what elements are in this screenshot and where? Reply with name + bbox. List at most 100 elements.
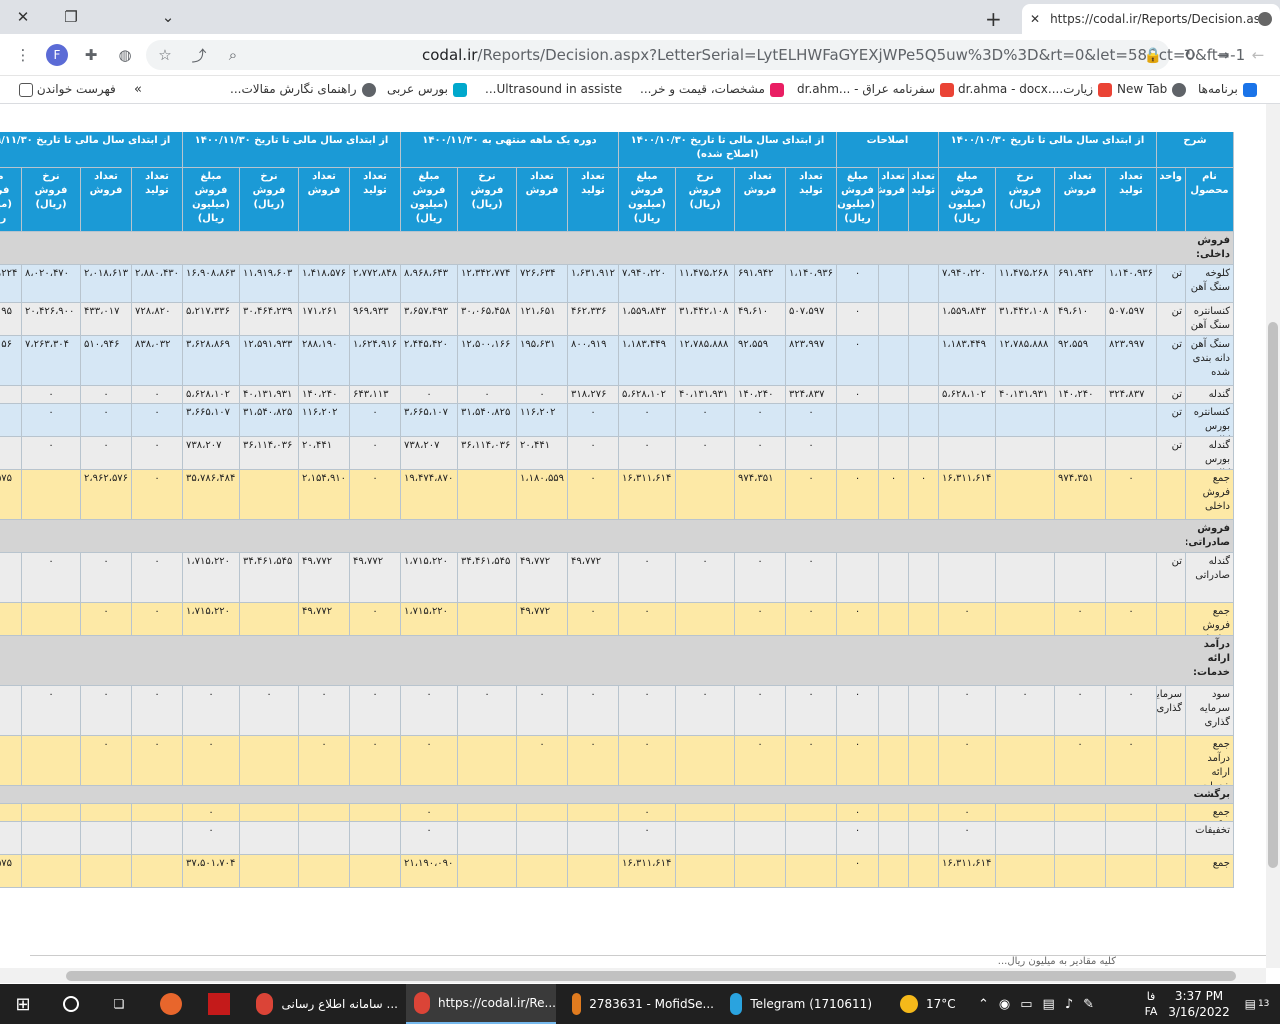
new-tab-button[interactable]: + [985, 7, 1002, 31]
reading-list[interactable]: فهرست خواندن [14, 82, 116, 97]
network-icon[interactable]: ◉ [999, 997, 1010, 1012]
table-cell: ۳۵،۷۸۶،۴۸۴ [183, 470, 240, 520]
table-cell: ۰ [132, 386, 183, 404]
table-cell: ۰ [909, 470, 939, 520]
notifications-button[interactable]: ▤ 13 [1234, 984, 1280, 1024]
table-cell: ۳۱،۴۴۲،۱۰۸ [676, 303, 735, 336]
windows-taskbar: ⊞ ❏ سامانه اطلاع رسانی ... https://codal… [0, 984, 1280, 1024]
table-column-header: تعداد تولید [350, 168, 401, 232]
table-cell [240, 855, 299, 888]
tab-codal[interactable]: ✕ https://codal.ir/Reports/Decision.aspx [1022, 4, 1280, 34]
table-column-header: تعداد فروش [879, 168, 909, 232]
forward-arrow-icon[interactable]: ← [1245, 42, 1271, 68]
table-cell [909, 855, 939, 888]
table-cell: ۰ [132, 470, 183, 520]
table-cell [879, 855, 909, 888]
taskbar-chrome-1[interactable]: سامانه اطلاع رسانی ... [248, 984, 398, 1024]
table-cell: ۷،۹۴۰،۲۲۰ [939, 265, 996, 303]
table-cell: ۱،۱۴۰،۹۳۶ [786, 265, 837, 303]
bookmark-3[interactable]: مشخصات، قیمت و خر... [640, 82, 784, 97]
table-cell: ۰ [619, 404, 676, 437]
language-indicator[interactable]: فا FA [1136, 984, 1166, 1024]
weather[interactable]: 17°C [900, 984, 970, 1024]
table-cell: ۱،۶۲۴،۹۱۶ [350, 336, 401, 386]
table-cell: ۰ [676, 404, 735, 437]
globe-icon [1172, 82, 1187, 97]
url-text[interactable]: codal.ir/Reports/Decision.aspx?LetterSer… [422, 46, 1245, 64]
clock[interactable]: 3:37 PM 3/16/2022 [1168, 984, 1230, 1024]
address-bar[interactable]: ☆ ⤴ ⌕ codal.ir/Reports/Decision.aspx?Let… [146, 40, 1245, 70]
globe-extension-icon[interactable]: ◍ [112, 42, 138, 68]
bookmark-star-icon[interactable]: ☆ [152, 42, 178, 68]
chevron-up-icon[interactable]: ⌃ [978, 997, 989, 1012]
table-cell [996, 822, 1055, 855]
table-cell: ۵،۲۱۷،۳۳۶ [183, 303, 240, 336]
table-cell: ۱۶،۳۱۱،۶۱۴ [619, 855, 676, 888]
table-cell [22, 804, 81, 822]
bookmark-6[interactable]: New Tab [1117, 82, 1187, 97]
pen-icon[interactable]: ✎ [1083, 997, 1094, 1012]
table-column-header: نرخ فروش (ریال) [22, 168, 81, 232]
table-cell: ۱۲،۵۹۱،۹۳۳ [240, 336, 299, 386]
table-cell: ۰ [401, 686, 458, 736]
tab-search-chevron-icon[interactable]: ⌄ [145, 0, 191, 34]
table-group-header: از ابتدای سال مالی تا تاریخ ۱۳۹۹/۱۱/۳۰ [0, 132, 183, 168]
taskbar-code[interactable]: 2783631 - MofidSe... [564, 984, 714, 1024]
device-icon[interactable]: ▭ [1020, 997, 1032, 1012]
table-cell: ۰ [568, 470, 619, 520]
extensions-icon[interactable]: ✚ [78, 42, 104, 68]
restore-window-icon[interactable]: ❐ [48, 0, 94, 34]
search-button[interactable] [48, 984, 94, 1024]
bookmark-apps[interactable]: برنامه‌ها [1198, 82, 1257, 97]
taskbar-app[interactable] [196, 984, 242, 1024]
taskbar-telegram[interactable]: Telegram (1710611) [722, 984, 872, 1024]
bookmarks-more[interactable]: » [134, 82, 142, 97]
table-cell [909, 736, 939, 786]
table-cell: ۷،۹۴۰،۲۲۰ [619, 265, 676, 303]
share-icon[interactable]: ⤴ [186, 42, 212, 68]
bookmark-4[interactable]: سفرنامه عراق - ...dr.ahm [797, 82, 955, 97]
profile-avatar[interactable]: F [46, 44, 68, 66]
bookmark-label: New Tab [1117, 82, 1168, 96]
bookmark-5[interactable]: زیارت....dr.ahma - docx [958, 82, 1113, 97]
taskbar-firefox[interactable] [148, 984, 194, 1024]
table-cell: ۰ [132, 603, 183, 636]
bookmark-2[interactable]: Ultrasound in assiste... [485, 82, 622, 96]
table-cell [1106, 404, 1157, 437]
start-button[interactable]: ⊞ [0, 984, 46, 1024]
menu-dots-icon[interactable]: ⋮ [10, 42, 36, 68]
table-cell: ۳۶،۱۱۴،۰۳۶ [240, 437, 299, 470]
table-cell [786, 822, 837, 855]
back-arrow-icon[interactable]: → [1210, 42, 1236, 68]
zoom-icon[interactable]: ⌕ [220, 42, 246, 68]
vertical-scroll-thumb[interactable] [1268, 322, 1278, 868]
bookmark-0[interactable]: راهنمای نگارش مقالات... [230, 82, 376, 97]
table-cell: ۰ [568, 736, 619, 786]
speaker-icon[interactable]: ♪ [1065, 997, 1073, 1012]
table-cell: ۱،۶۳۱،۹۱۲ [568, 265, 619, 303]
close-window-icon[interactable]: ✕ [0, 0, 46, 34]
reload-icon[interactable]: ↻ [1177, 42, 1203, 68]
page-content: شرح از ابتدای سال مالی تا تاریخ ۱۴۰۰/۱۰/۳… [0, 104, 1266, 968]
table-cell [132, 822, 183, 855]
table-cell: ۱۱۶،۲۰۲ [517, 404, 568, 437]
lock-icon[interactable]: 🔒 [1140, 42, 1166, 68]
tab-close-icon[interactable]: ✕ [1030, 12, 1040, 26]
horizontal-scroll-thumb[interactable] [66, 971, 1236, 981]
system-tray[interactable]: ⌃ ◉ ▭ ▤ ♪ ✎ [978, 984, 1128, 1024]
table-cell [1055, 855, 1106, 888]
row-unit [1157, 736, 1186, 786]
table-cell: ۳۰،۰۶۵،۴۵۸ [458, 303, 517, 336]
bookmark-1[interactable]: بورس عربی [387, 82, 467, 97]
table-cell [240, 804, 299, 822]
chat-icon[interactable]: ▤ [1043, 997, 1055, 1012]
table-cell [1055, 804, 1106, 822]
table-cell: ۸،۷۴۶،۵۷۵ [0, 855, 22, 888]
table-cell: ۰ [735, 437, 786, 470]
gmail-icon [1098, 82, 1113, 97]
task-view-button[interactable]: ❏ [96, 984, 142, 1024]
taskbar-chrome-2[interactable]: https://codal.ir/Re... [406, 984, 556, 1024]
table-cell: ۷۳۸،۲۰۷ [401, 437, 458, 470]
app-icon [208, 993, 230, 1015]
row-label: تخفیفات [1186, 822, 1234, 855]
